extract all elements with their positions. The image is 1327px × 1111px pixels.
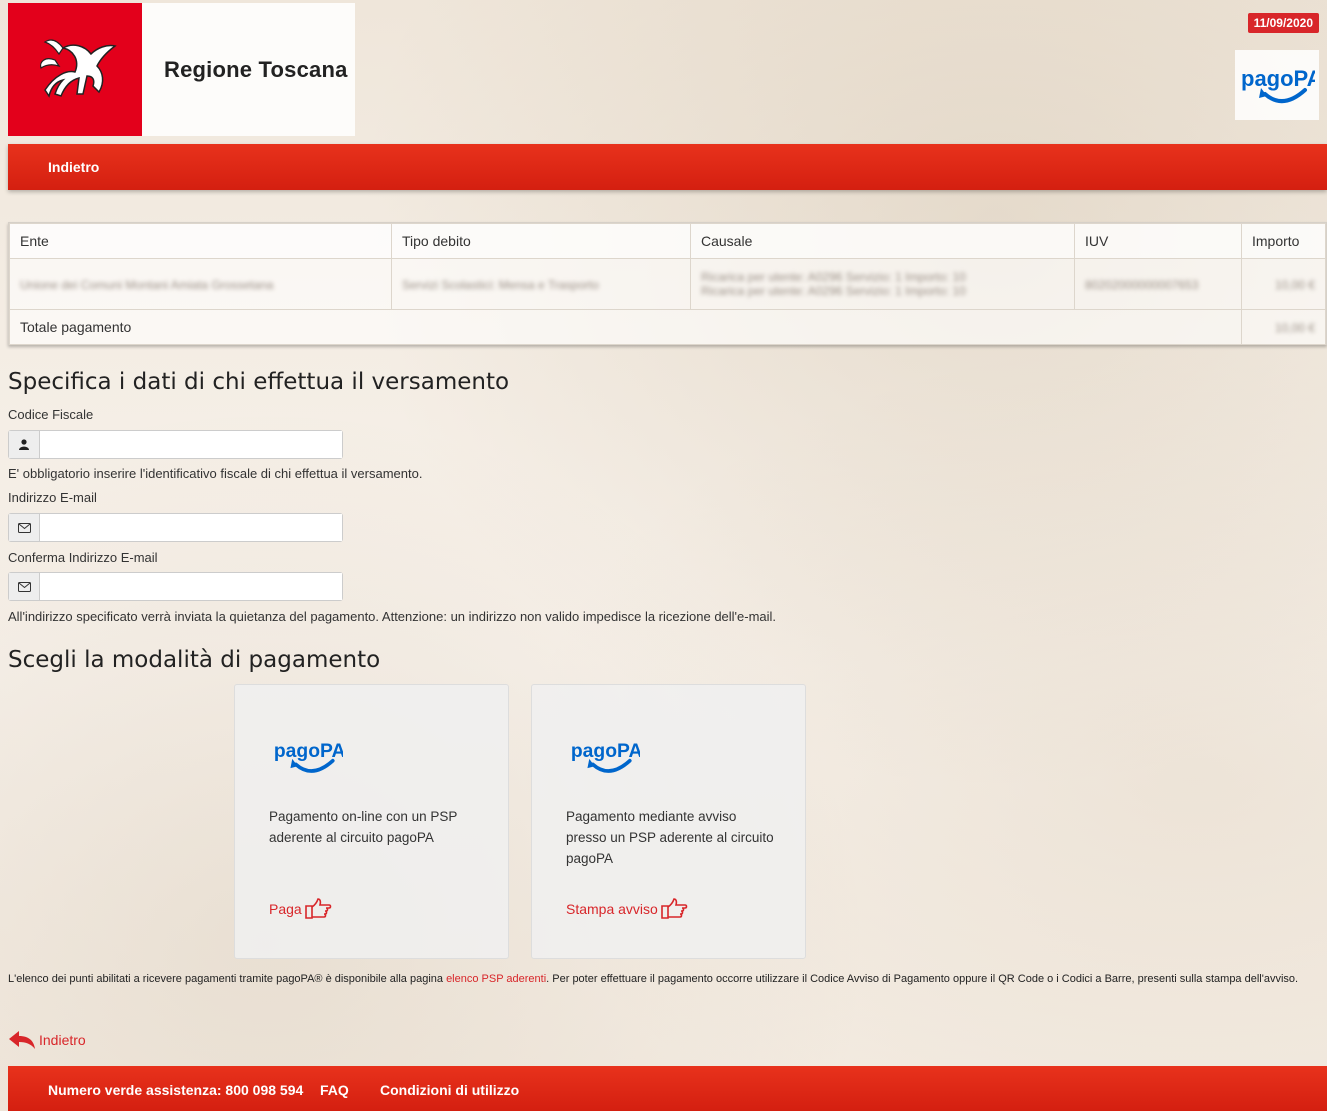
- envelope-icon: [9, 573, 40, 600]
- online-payment-description: Pagamento on-line con un PSP aderente al…: [269, 809, 458, 845]
- pagopa-card-logo: pagoPA: [271, 735, 345, 786]
- user-icon: [9, 431, 40, 458]
- psp-list-link[interactable]: elenco PSP aderenti: [446, 973, 546, 985]
- back-bottom-link[interactable]: Indietro: [8, 1030, 86, 1050]
- debt-table: Ente Tipo debito Causale IUV Importo Uni…: [8, 222, 1327, 345]
- nav-back-link[interactable]: Indietro: [48, 159, 99, 175]
- email-input[interactable]: [40, 514, 342, 541]
- cell-ente: Unione dei Comuni Montani Amiata Grosset…: [20, 278, 274, 292]
- pagopa-logo-icon: pagoPA: [274, 741, 345, 773]
- email-confirm-field: [8, 572, 343, 601]
- pegasus-icon: [40, 38, 117, 98]
- email-help: All'indirizzo specificato verrà inviata …: [8, 609, 777, 624]
- total-value: 10,00 €: [1274, 321, 1315, 335]
- column-header: Tipo debito: [391, 223, 691, 259]
- cell-tipo-debito: Servizi Scolastici: Mensa e Trasporto: [402, 278, 599, 292]
- total-label: Totale pagamento: [9, 309, 1242, 345]
- date-badge: 11/09/2020: [1247, 13, 1319, 33]
- info-text-after: . Per poter effettuare il pagamento occo…: [546, 973, 1299, 985]
- pagopa-card-logo: pagoPA: [568, 735, 642, 786]
- footer: Numero verde assistenza: 800 098 594 FAQ…: [8, 1066, 1327, 1111]
- payment-section-title: Scegli la modalità di pagamento: [8, 647, 381, 673]
- pagopa-logo-icon: pagoPA: [571, 741, 642, 773]
- print-notice-button[interactable]: Stampa avviso: [566, 898, 688, 920]
- header: Regione Toscana 11/09/2020 pagoPA: [0, 0, 1327, 145]
- pagopa-logo-icon: pagoPA: [1241, 66, 1315, 103]
- payer-section-title: Specifica i dati di chi effettua il vers…: [8, 369, 510, 395]
- codice-fiscale-input[interactable]: [40, 431, 342, 458]
- back-bottom-label: Indietro: [39, 1032, 86, 1048]
- email-confirm-input[interactable]: [40, 573, 342, 600]
- table-row: Unione dei Comuni Montani Amiata Grosset…: [9, 258, 1326, 310]
- notice-payment-description: Pagamento mediante avviso presso un PSP …: [566, 809, 774, 866]
- column-header: IUV: [1074, 223, 1242, 259]
- card-online-payment: pagoPA Pagamento on-line con un PSP ader…: [234, 684, 509, 959]
- column-header: Importo: [1241, 223, 1326, 259]
- email-label: Indirizzo E-mail: [8, 490, 97, 505]
- card-notice-payment: pagoPA Pagamento mediante avviso presso …: [531, 684, 806, 959]
- top-navbar: Indietro: [8, 144, 1327, 190]
- email-field: [8, 513, 343, 542]
- codice-fiscale-help: E' obbligatorio inserire l'identificativ…: [8, 466, 423, 481]
- reply-arrow-icon: [9, 1031, 35, 1049]
- email-confirm-label: Conferma Indirizzo E-mail: [8, 550, 158, 565]
- print-notice-label: Stampa avviso: [566, 901, 658, 917]
- info-text-before: L'elenco dei punti abilitati a ricevere …: [8, 973, 447, 985]
- column-header: Causale: [690, 223, 1075, 259]
- column-header: Ente: [9, 223, 392, 259]
- pagopa-header-logo: pagoPA: [1235, 50, 1319, 120]
- brand-title: Regione Toscana: [164, 57, 348, 82]
- pay-button[interactable]: Paga: [269, 898, 332, 920]
- pay-label: Paga: [269, 901, 302, 917]
- psp-info-text: L'elenco dei punti abilitati a ricevere …: [8, 972, 1308, 987]
- table-header-row: Ente Tipo debito Causale IUV Importo: [9, 223, 1326, 259]
- footer-terms-link[interactable]: Condizioni di utilizzo: [380, 1082, 519, 1098]
- footer-assistance: Numero verde assistenza: 800 098 594: [48, 1082, 304, 1098]
- envelope-icon: [9, 514, 40, 541]
- cell-importo: 10,00 €: [1274, 278, 1315, 292]
- codice-fiscale-field: [8, 430, 343, 459]
- cell-causale-line2: Ricarica per utente: A0296 Servizio: 1 I…: [701, 284, 966, 298]
- regione-toscana-logo: [8, 3, 142, 136]
- footer-faq-link[interactable]: FAQ: [320, 1082, 349, 1098]
- cell-causale-line1: Ricarica per utente: A0296 Servizio: 1 I…: [701, 270, 966, 284]
- hand-pointer-icon: [661, 898, 688, 919]
- hand-pointer-icon: [304, 898, 331, 919]
- pagopa-logo-text: pagoPA: [1241, 66, 1315, 91]
- cell-iuv: 80202000000007653: [1085, 278, 1199, 292]
- codice-fiscale-label: Codice Fiscale: [8, 407, 94, 422]
- table-total-row: Totale pagamento 10,00 €: [9, 309, 1326, 345]
